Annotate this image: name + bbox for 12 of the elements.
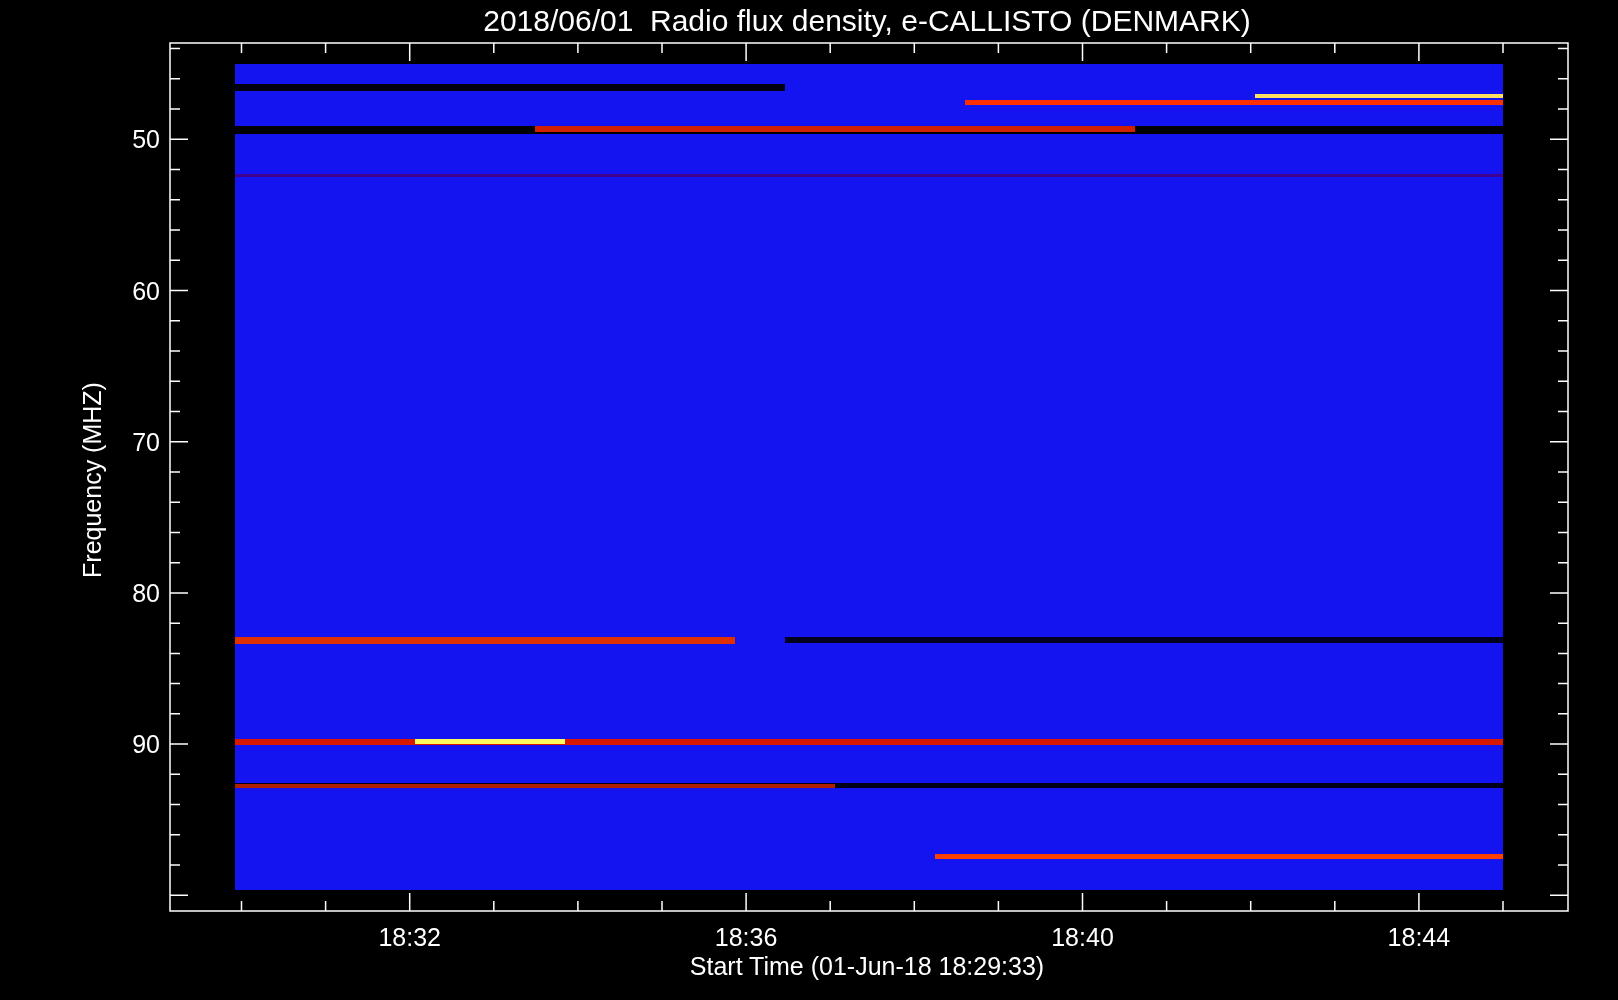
x-tick-label: 18:40: [1051, 923, 1114, 951]
y-tick-label: 80: [132, 578, 160, 607]
chart-title: 2018/06/01 Radio flux density, e-CALLISTO (DENMARK): [483, 4, 1251, 37]
x-tick-label: 18:32: [378, 923, 441, 951]
x-axis-label: Start Time (01-Jun-18 18:29:33): [689, 952, 1045, 980]
y-axis-label: Frequency (MHZ): [78, 382, 106, 578]
y-tick-label: 90: [132, 730, 160, 759]
y-tick-label: 70: [132, 427, 160, 456]
y-tick-label: 60: [132, 276, 160, 305]
x-tick-label: 18:44: [1387, 923, 1451, 951]
y-tick-label: 50: [132, 125, 160, 154]
x-tick-label: 18:36: [714, 923, 778, 951]
